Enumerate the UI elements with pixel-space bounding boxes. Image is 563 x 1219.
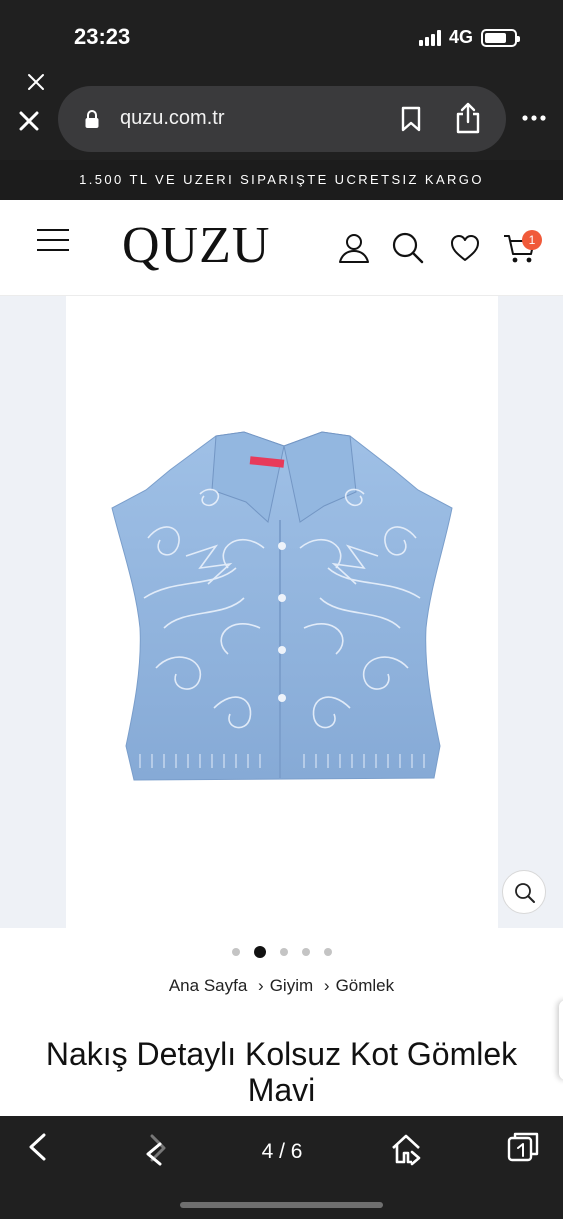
share-icon[interactable] — [454, 102, 482, 134]
pagination-dot-active[interactable] — [253, 946, 266, 958]
search-icon[interactable] — [392, 232, 424, 264]
next-image-peek[interactable] — [498, 296, 563, 928]
back-icon[interactable] — [26, 1132, 48, 1162]
page: 23:23 4G quzu.com.tr 1.500 TL VE UZERI S… — [0, 0, 563, 1219]
url-text[interactable]: quzu.com.tr — [120, 107, 224, 130]
bookmark-icon[interactable] — [400, 106, 422, 132]
account-icon[interactable] — [338, 232, 370, 264]
breadcrumb-home[interactable]: Ana Sayfa — [169, 976, 247, 995]
site-header: QUZU 1 — [0, 200, 563, 296]
pagination-dot[interactable] — [301, 948, 310, 956]
zoom-search-icon — [515, 883, 535, 903]
network-type: 4G — [448, 27, 473, 47]
home-indicator[interactable] — [180, 1202, 383, 1208]
site-logo[interactable]: QUZU — [122, 216, 270, 275]
address-bar[interactable]: quzu.com.tr — [58, 86, 506, 152]
browser-bar: quzu.com.tr — [0, 60, 563, 160]
breadcrumb-separator: › — [258, 976, 264, 995]
breadcrumb-subcategory[interactable]: Gömlek — [336, 976, 395, 995]
battery-level — [485, 32, 506, 43]
product-image[interactable] — [104, 428, 460, 788]
zoom-button[interactable] — [502, 870, 546, 914]
signal-icon — [418, 29, 441, 46]
cart-count-badge: 1 — [522, 230, 542, 250]
side-drawer-handle[interactable] — [559, 1000, 563, 1080]
more-icon[interactable] — [521, 114, 547, 122]
pagination-dot[interactable] — [279, 948, 288, 956]
gallery-pagination — [0, 944, 563, 960]
pagination-dot[interactable] — [323, 948, 332, 956]
product-image-frame[interactable] — [66, 296, 546, 928]
product-gallery[interactable] — [0, 296, 563, 928]
breadcrumb: Ana Sayfa › Giyim › Gömlek — [0, 976, 563, 996]
previous-image-peek[interactable] — [0, 296, 66, 928]
lock-icon — [85, 110, 99, 128]
product-title: Nakış Detaylı Kolsuz Kot Gömlek Mavi — [45, 1036, 518, 1108]
status-time: 23:23 — [74, 24, 131, 49]
home-icon[interactable] — [390, 1132, 422, 1166]
tabs-icon[interactable] — [507, 1130, 541, 1162]
pagination-dot[interactable] — [231, 948, 240, 956]
page-indicator: 4 / 6 — [261, 1140, 303, 1163]
favorites-icon[interactable] — [450, 234, 480, 262]
status-indicators: 4G — [418, 27, 520, 48]
menu-icon[interactable] — [36, 228, 70, 252]
forward-back-icon[interactable] — [142, 1132, 170, 1166]
promo-banner: 1.500 TL VE UZERI SIPARIŞTE UCRETSIZ KAR… — [0, 160, 563, 200]
breadcrumb-category[interactable]: Giyim — [270, 976, 313, 995]
breadcrumb-separator: › — [323, 976, 330, 995]
battery-icon — [481, 28, 520, 47]
close-icon[interactable] — [26, 72, 46, 92]
close-tab-icon[interactable] — [18, 110, 40, 132]
